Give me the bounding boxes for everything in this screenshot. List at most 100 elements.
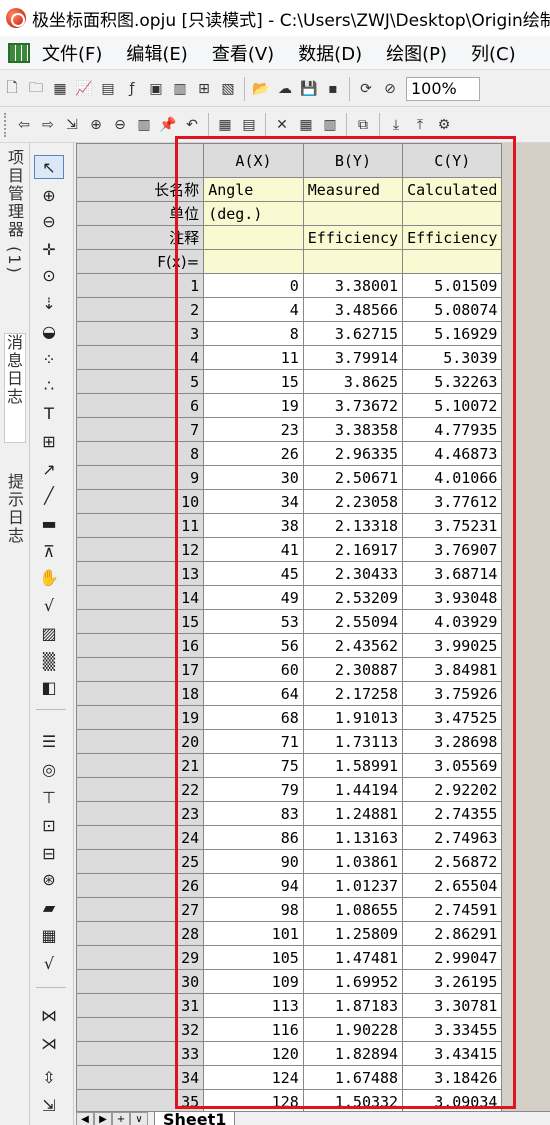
- row-number[interactable]: 9: [76, 465, 205, 490]
- new-matrix-icon[interactable]: ▤: [97, 78, 119, 100]
- table-row[interactable]: 4 11 3.79914 5.3039: [76, 345, 550, 370]
- column-header-c[interactable]: C(Y): [402, 143, 503, 178]
- row-number[interactable]: 27: [76, 897, 205, 922]
- export-icon[interactable]: ⤒: [409, 114, 431, 136]
- cell-measured[interactable]: 3.38358: [302, 417, 404, 442]
- merge-icon[interactable]: ⋈: [34, 1003, 64, 1027]
- align-icon[interactable]: ⇲: [34, 1093, 64, 1117]
- cell-angle[interactable]: 30: [203, 465, 304, 490]
- row-number[interactable]: 12: [76, 537, 205, 562]
- cell-calculated[interactable]: 5.01509: [402, 273, 503, 298]
- screen-reader-icon[interactable]: ✛: [34, 237, 64, 261]
- menu-edit[interactable]: 编辑(E): [126, 40, 187, 66]
- table-row[interactable]: 30 109 1.69952 3.26195: [76, 969, 550, 994]
- menu-column[interactable]: 列(C): [471, 40, 516, 66]
- equation-icon[interactable]: √: [34, 593, 64, 617]
- table-row[interactable]: 7 23 3.38358 4.77935: [76, 417, 550, 442]
- rectangle-tool-icon[interactable]: ▬: [34, 511, 64, 535]
- cell-angle[interactable]: 56: [203, 633, 304, 658]
- cell-angle[interactable]: 49: [203, 585, 304, 610]
- cell-calculated[interactable]: 5.3039: [402, 345, 503, 370]
- formula-icon[interactable]: √: [34, 951, 64, 975]
- cell-angle[interactable]: 98: [203, 897, 304, 922]
- row-number[interactable]: 1: [76, 273, 205, 298]
- cell-calculated[interactable]: 3.75231: [402, 513, 503, 538]
- row-number[interactable]: 2: [76, 297, 205, 322]
- table-row[interactable]: 16 56 2.43562 3.99025: [76, 633, 550, 658]
- data-reader-icon[interactable]: ⊙: [34, 263, 64, 287]
- table-row[interactable]: 23 83 1.24881 2.74355: [76, 801, 550, 826]
- cell-measured[interactable]: 1.03861: [302, 849, 404, 874]
- cell-calculated[interactable]: 3.28698: [402, 729, 503, 754]
- insert-graph-icon[interactable]: ▨: [34, 621, 64, 645]
- annotation-icon[interactable]: ⊼: [34, 539, 64, 563]
- row-number[interactable]: 7: [76, 417, 205, 442]
- table-row[interactable]: 5 15 3.8625 5.32263: [76, 369, 550, 394]
- cell-angle[interactable]: 45: [203, 561, 304, 586]
- cell-calculated[interactable]: 4.03929: [402, 609, 503, 634]
- legend-icon[interactable]: ⊞: [34, 429, 64, 453]
- row-number[interactable]: 17: [76, 657, 205, 682]
- zoom-combobox[interactable]: 100%: [406, 76, 480, 101]
- row-number[interactable]: 34: [76, 1065, 205, 1090]
- stop-icon[interactable]: ⊘: [379, 78, 401, 100]
- cell-calculated[interactable]: 3.93048: [402, 585, 503, 610]
- row-number[interactable]: 19: [76, 705, 205, 730]
- cell-measured[interactable]: 1.47481: [302, 945, 404, 970]
- cell-measured[interactable]: 2.53209: [302, 585, 404, 610]
- row-number[interactable]: 23: [76, 801, 205, 826]
- units-cell-a[interactable]: (deg.): [203, 201, 304, 226]
- cell-angle[interactable]: 105: [203, 945, 304, 970]
- cell-calculated[interactable]: 2.74963: [402, 825, 503, 850]
- table-row[interactable]: 12 41 2.16917 3.76907: [76, 537, 550, 562]
- cell-measured[interactable]: 1.25809: [302, 921, 404, 946]
- table-row[interactable]: 1 0 3.38001 5.01509: [76, 273, 550, 298]
- row-number[interactable]: 25: [76, 849, 205, 874]
- cell-angle[interactable]: 124: [203, 1065, 304, 1090]
- row-number[interactable]: 29: [76, 945, 205, 970]
- forward-icon[interactable]: ⇨: [37, 114, 59, 136]
- table-row[interactable]: 8 26 2.96335 4.46873: [76, 441, 550, 466]
- table-row[interactable]: 21 75 1.58991 3.05569: [76, 753, 550, 778]
- grid-icon[interactable]: ▦: [34, 923, 64, 947]
- region-of-interest-icon[interactable]: ⁘: [34, 347, 64, 371]
- new-layout-icon[interactable]: ▥: [169, 78, 191, 100]
- cell-calculated[interactable]: 4.46873: [402, 441, 503, 466]
- table-row[interactable]: 33 120 1.82894 3.43415: [76, 1041, 550, 1066]
- table-row[interactable]: 18 64 2.17258 3.75926: [76, 681, 550, 706]
- cell-angle[interactable]: 4: [203, 297, 304, 322]
- set-as-x-icon[interactable]: ✕: [271, 114, 293, 136]
- pointer-icon[interactable]: ↖: [34, 155, 64, 179]
- menu-data[interactable]: 数据(D): [298, 40, 362, 66]
- comments-cell-a[interactable]: [203, 225, 304, 250]
- table-icon[interactable]: ⊟: [34, 841, 64, 865]
- corner-cell[interactable]: [76, 143, 205, 178]
- cell-angle[interactable]: 19: [203, 393, 304, 418]
- row-number[interactable]: 30: [76, 969, 205, 994]
- row-number[interactable]: 24: [76, 825, 205, 850]
- new-folder-icon[interactable]: 🗀: [25, 78, 47, 100]
- row-number[interactable]: 11: [76, 513, 205, 538]
- cell-calculated[interactable]: 2.65504: [402, 873, 503, 898]
- formula-cell-c[interactable]: [402, 249, 503, 274]
- cell-measured[interactable]: 1.58991: [302, 753, 404, 778]
- cell-angle[interactable]: 120: [203, 1041, 304, 1066]
- row-number[interactable]: 13: [76, 561, 205, 586]
- cell-angle[interactable]: 53: [203, 609, 304, 634]
- cell-calculated[interactable]: 5.10072: [402, 393, 503, 418]
- table-row[interactable]: 9 30 2.50671 4.01066: [76, 465, 550, 490]
- color-icon[interactable]: ◎: [34, 757, 64, 781]
- cell-angle[interactable]: 0: [203, 273, 304, 298]
- table-row[interactable]: 2 4 3.48566 5.08074: [76, 297, 550, 322]
- row-number[interactable]: 6: [76, 393, 205, 418]
- table-row[interactable]: 31 113 1.87183 3.30781: [76, 993, 550, 1018]
- cell-angle[interactable]: 109: [203, 969, 304, 994]
- row-number[interactable]: 22: [76, 777, 205, 802]
- table-row[interactable]: 28 101 1.25809 2.86291: [76, 921, 550, 946]
- cell-angle[interactable]: 75: [203, 753, 304, 778]
- cell-calculated[interactable]: 3.76907: [402, 537, 503, 562]
- set-column-icon[interactable]: ▥: [133, 114, 155, 136]
- table-row[interactable]: 34 124 1.67488 3.18426: [76, 1065, 550, 1090]
- row-number[interactable]: 18: [76, 681, 205, 706]
- explore-icon[interactable]: ⊛: [34, 867, 64, 891]
